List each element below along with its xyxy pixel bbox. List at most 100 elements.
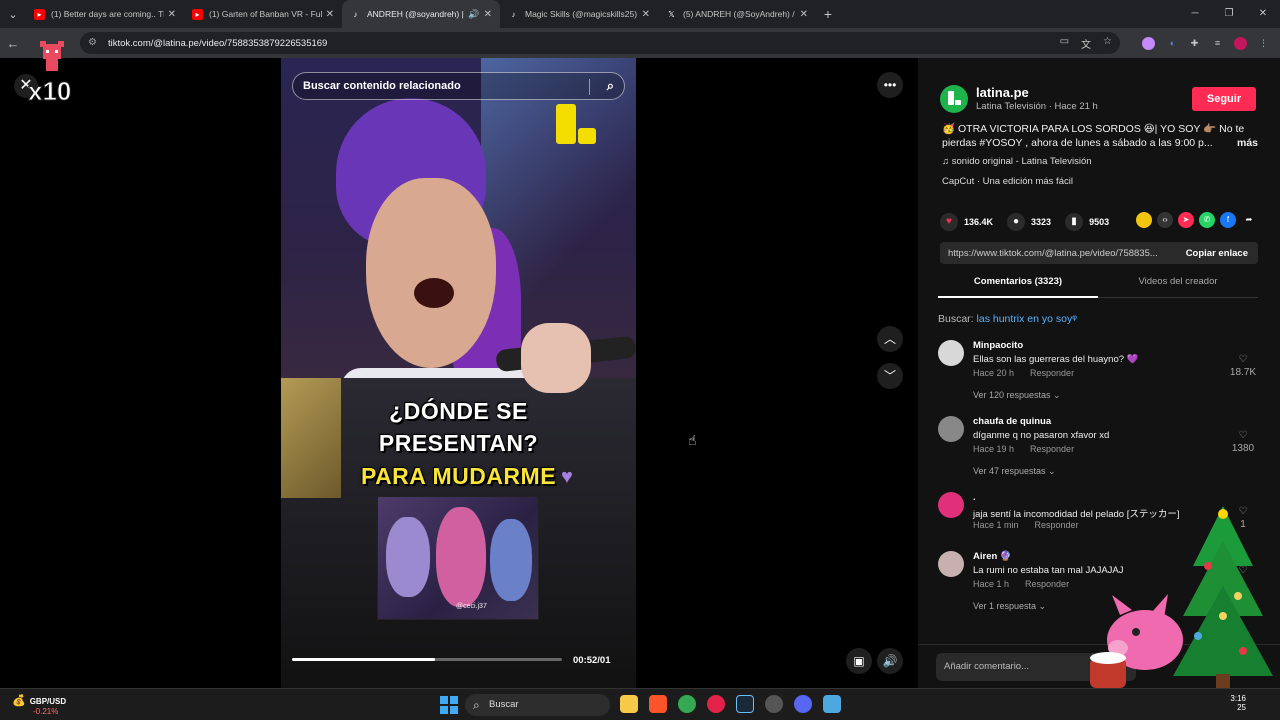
reply-button[interactable]: Responder [1025, 579, 1069, 589]
back-icon[interactable]: ← [0, 36, 26, 51]
sound-link[interactable]: ♫ sonido original - Latina Televisión [942, 156, 1092, 167]
video-time: 00:52/01 [573, 655, 611, 666]
more-link[interactable]: más [1237, 136, 1258, 150]
comment-avatar[interactable] [938, 340, 964, 366]
restore-icon[interactable]: ❐ [1212, 0, 1246, 28]
related-search-input[interactable]: Buscar contenido relacionado ⌕ [292, 72, 625, 100]
market-widget[interactable]: 💰 GBP/USD -0.21% [12, 694, 66, 716]
taskbar-clock[interactable]: 3:16 25 [1230, 694, 1246, 712]
comment-icon[interactable]: ● [1007, 213, 1026, 231]
comment-text: La rumi no estaba tan mal JAJAJAJ [973, 565, 1124, 576]
capcut-link[interactable]: CapCut · Una edición más fácil [942, 176, 1073, 187]
tab-search-icon[interactable]: ⌄ [0, 0, 26, 28]
tab-2[interactable]: ▸ (1) Garten of Banban VR - Full G ✕ [184, 0, 342, 28]
comment-avatar[interactable] [938, 551, 964, 577]
bookmark-star-icon[interactable]: ☆ [1103, 36, 1112, 51]
view-replies-link[interactable]: Ver 1 respuesta ⌄ [973, 601, 1046, 612]
heart-outline-icon[interactable]: ♡ [1239, 430, 1248, 441]
tab-1[interactable]: ▸ (1) Better days are coming.. The ✕ [26, 0, 184, 28]
view-replies-link[interactable]: Ver 120 respuestas ⌄ [973, 390, 1061, 401]
tab-5[interactable]: 𝕏 (5) ANDREH (@SoyAndreh) / X ✕ [658, 0, 816, 28]
share-buttons: ‹› ➤ ✆ f ➦ [1136, 212, 1257, 228]
settings-gear-icon[interactable] [765, 695, 783, 713]
account-meta: Latina Televisión · Hace 21 h [976, 101, 1098, 112]
comment-like[interactable]: ♡ 18.7K [1228, 354, 1258, 378]
notepad-icon[interactable] [823, 695, 841, 713]
translate-icon[interactable]: 文 [1081, 36, 1091, 51]
close-tab-icon[interactable]: ✕ [484, 9, 492, 20]
tab-comments[interactable]: Comentarios (3323) [938, 276, 1098, 298]
facebook-icon[interactable]: f [1220, 212, 1236, 228]
whatsapp-icon[interactable]: ✆ [1199, 212, 1215, 228]
opera-gx-icon[interactable] [707, 695, 725, 713]
suggestion-query[interactable]: las huntrix en yo soy [977, 313, 1073, 325]
search-icon[interactable]: ⌕ [607, 78, 614, 94]
reply-button[interactable]: Responder [1030, 368, 1074, 378]
account-name[interactable]: latina.pe [976, 85, 1029, 100]
comment-meta: Hace 20 h Responder [973, 368, 1074, 378]
copy-link-button[interactable]: Copiar enlace [1186, 248, 1248, 259]
account-avatar[interactable] [940, 85, 968, 113]
send-icon[interactable]: ➤ [1178, 212, 1194, 228]
more-options-button[interactable]: ••• [877, 72, 903, 98]
close-tab-icon[interactable]: ✕ [642, 9, 650, 20]
floating-player-button[interactable]: ▣ [846, 648, 872, 674]
steam-icon[interactable] [736, 695, 754, 713]
brave-icon[interactable] [649, 695, 667, 713]
embed-icon[interactable]: ‹› [1157, 212, 1173, 228]
comment-author[interactable]: chaufa de quinua [973, 416, 1051, 427]
url-field[interactable]: ⚙ tiktok.com/@latina.pe/video/7588353879… [80, 32, 1120, 54]
follow-button[interactable]: Seguir [1192, 87, 1256, 111]
tab-3-active[interactable]: ♪ ANDREH (@soyandreh) | Ti 🔊 ✕ [342, 0, 500, 28]
chrome-icon[interactable] [678, 695, 696, 713]
new-tab-icon[interactable]: + [816, 6, 840, 22]
puzzle-icon[interactable]: ✚ [1188, 37, 1201, 50]
previous-video-button[interactable]: ︿ [877, 326, 903, 352]
file-explorer-icon[interactable] [620, 695, 638, 713]
tab-4[interactable]: ♪ Magic Skills (@magicskills25) | ✕ [500, 0, 658, 28]
taskbar-search[interactable]: Buscar [465, 694, 610, 716]
close-tab-icon[interactable]: ✕ [168, 9, 176, 20]
comment-like[interactable]: ♡ 1380 [1228, 430, 1258, 454]
site-info-icon[interactable]: ⚙ [88, 37, 100, 49]
comment-item: chaufa de quinua díganme q no pasaron xf… [938, 416, 1258, 476]
close-window-icon[interactable]: ✕ [1246, 0, 1280, 28]
volume-button[interactable]: 🔊 [877, 648, 903, 674]
next-video-button[interactable]: ﹀ [877, 363, 903, 389]
comment-avatar[interactable] [938, 492, 964, 518]
close-tab-icon[interactable]: ✕ [800, 9, 808, 20]
reply-button[interactable]: Responder [1030, 444, 1074, 454]
like-heart-icon[interactable]: ♥ [940, 213, 958, 231]
extension-icon[interactable] [1142, 36, 1155, 50]
video-player[interactable]: Buscar contenido relacionado ⌕ ¿DÓNDE SE… [281, 58, 636, 688]
comment-author[interactable]: . [973, 492, 976, 503]
video-progress-bar[interactable] [292, 658, 562, 661]
share-arrow-icon[interactable]: ➦ [1241, 212, 1257, 228]
comment-author[interactable]: Minpaocito [973, 340, 1023, 351]
close-tab-icon[interactable]: ✕ [326, 9, 334, 20]
tab-creator-videos[interactable]: Videos del creador [1098, 276, 1258, 297]
related-search-placeholder: Buscar contenido relacionado [303, 80, 461, 92]
comment-meta: Hace 1 min Responder [973, 520, 1079, 530]
bookmark-icon[interactable]: ▮ [1065, 213, 1084, 231]
windows-start-icon[interactable] [440, 696, 458, 714]
comment-avatar[interactable] [938, 416, 964, 442]
heart-outline-icon[interactable]: ♡ [1239, 354, 1248, 365]
windows-taskbar: 💰GBP/USD -0.21% Buscar 3:16 25 [0, 688, 1280, 720]
speaker-icon[interactable]: 🔊 [468, 9, 479, 20]
view-replies-link[interactable]: Ver 47 respuestas ⌄ [973, 466, 1056, 477]
coin-icon[interactable] [1136, 212, 1152, 228]
profile-avatar[interactable] [1234, 36, 1247, 50]
reply-button[interactable]: Responder [1035, 520, 1079, 530]
minimize-icon[interactable]: ─ [1178, 0, 1212, 28]
search-suggestion[interactable]: Buscar: las huntrix en yo soyᵠ [938, 313, 1077, 325]
video-link-field[interactable]: https://www.tiktok.com/@latina.pe/video/… [940, 242, 1258, 264]
x10-overlay-text: x10 [27, 76, 72, 107]
reading-list-icon[interactable]: ≡ [1211, 37, 1224, 50]
discord-icon[interactable] [794, 695, 812, 713]
cast-icon[interactable]: ▭ [1060, 36, 1069, 51]
comment-author[interactable]: Airen 🔮 [973, 551, 1012, 562]
menu-icon[interactable]: ⋮ [1257, 37, 1270, 50]
extension-icon[interactable]: ◖ [1165, 37, 1178, 50]
inset-character [386, 517, 430, 597]
